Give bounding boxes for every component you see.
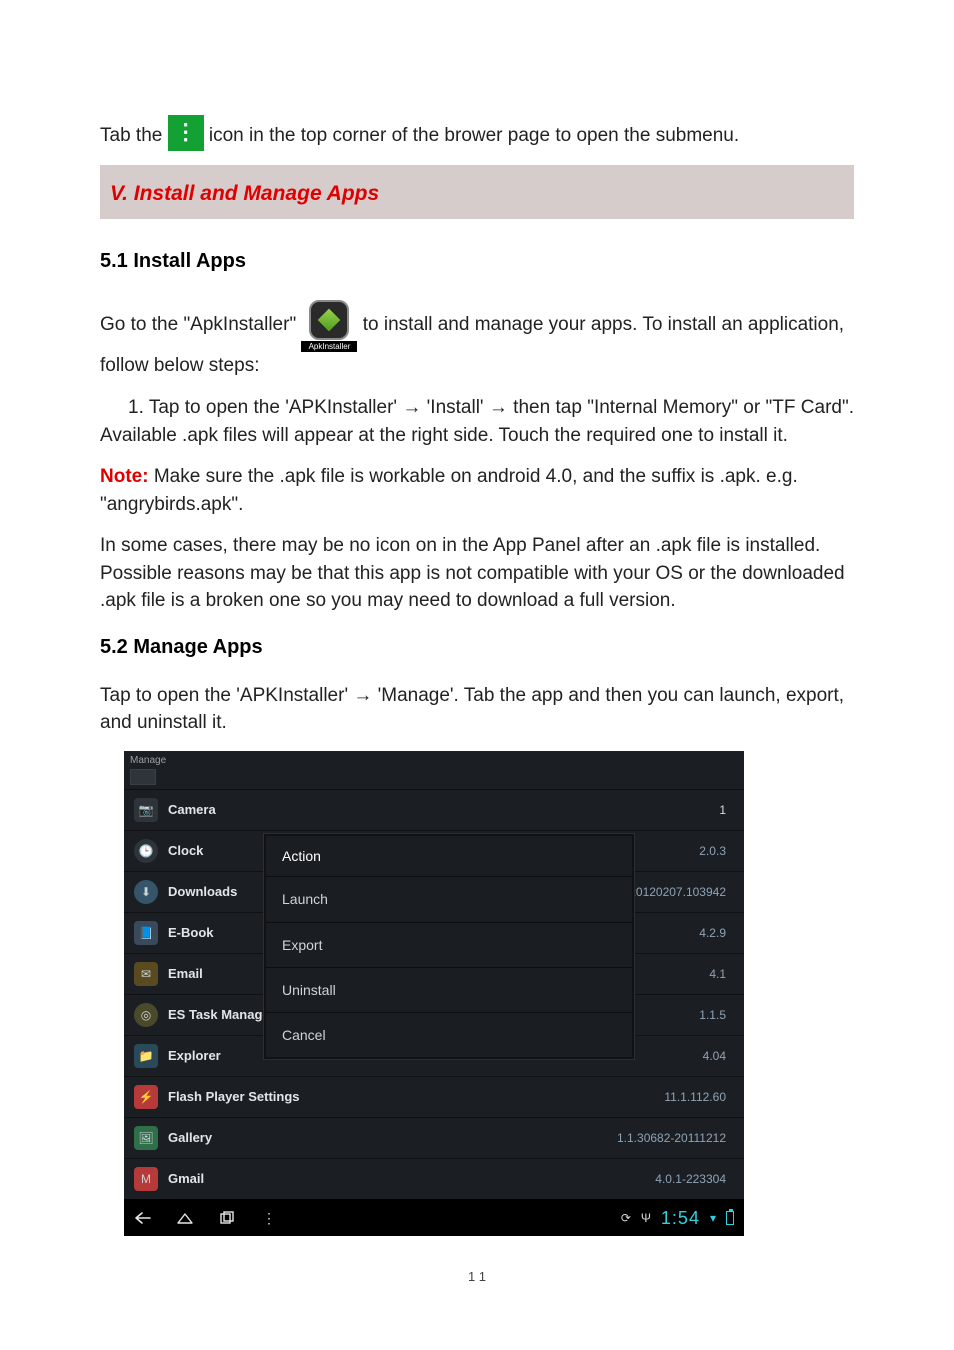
dialog-item-export[interactable]: Export bbox=[266, 923, 632, 968]
screen-title: Manage bbox=[124, 751, 744, 770]
battery-icon bbox=[726, 1211, 734, 1225]
app-name: Clock bbox=[168, 842, 203, 861]
app-row-left: ⬇ Downloads bbox=[134, 880, 237, 904]
status-area: ⟳ Ψ 1:54 ▾ bbox=[621, 1205, 734, 1231]
app-row-gmail[interactable]: M Gmail 4.0.1-223304 bbox=[124, 1158, 744, 1199]
app-row-left: 📁 Explorer bbox=[134, 1044, 221, 1068]
action-dialog: Action LaunchExportUninstallCancel bbox=[264, 834, 634, 1059]
android-screen: Manage 📷Camera1🕒Clock2.0.3⬇Downloads3-en… bbox=[124, 751, 744, 1236]
app-name: Flash Player Settings bbox=[168, 1088, 300, 1107]
app-name: ES Task Manager bbox=[168, 1006, 275, 1025]
ebook-icon: 📘 bbox=[134, 921, 158, 945]
app-name: Gallery bbox=[168, 1129, 212, 1148]
app-version: 11.1.112.60 bbox=[664, 1089, 726, 1106]
app-row-gallery[interactable]: 🖼 Gallery 1.1.30682-20111212 bbox=[124, 1117, 744, 1158]
system-bar: ⋮ ⟳ Ψ 1:54 ▾ bbox=[124, 1199, 744, 1235]
app-row-left: 🖼 Gallery bbox=[134, 1126, 212, 1150]
dialog-title: Action bbox=[266, 836, 632, 877]
section-heading-band: V. Install and Manage Apps bbox=[100, 165, 854, 219]
app-row-left: 📘 E-Book bbox=[134, 921, 214, 945]
app-version: 4.04 bbox=[703, 1048, 726, 1065]
text: Go to the "ApkInstaller" bbox=[100, 314, 301, 335]
text: icon in the top corner of the brower pag… bbox=[209, 125, 739, 146]
app-version: 4.0.1-223304 bbox=[655, 1171, 726, 1188]
note-paragraph: Note: Make sure the .apk file is workabl… bbox=[100, 463, 854, 518]
downloads-icon: ⬇ bbox=[134, 880, 158, 904]
app-name: Gmail bbox=[168, 1170, 204, 1189]
app-version: 4.2.9 bbox=[699, 925, 726, 942]
app-row-flash[interactable]: ⚡ Flash Player Settings 11.1.112.60 bbox=[124, 1076, 744, 1117]
app-name: Downloads bbox=[168, 883, 237, 902]
explorer-icon: 📁 bbox=[134, 1044, 158, 1068]
usb-icon: Ψ bbox=[641, 1210, 651, 1227]
app-row-left: 📷 Camera bbox=[134, 798, 216, 822]
overflow-icon[interactable]: ⋮ bbox=[260, 1211, 278, 1225]
dialog-item-uninstall[interactable]: Uninstall bbox=[266, 968, 632, 1013]
paragraph-no-icon-cases: In some cases, there may be no icon on i… bbox=[100, 532, 854, 615]
app-name: E-Book bbox=[168, 924, 214, 943]
overflow-menu-icon bbox=[168, 115, 204, 151]
gmail-icon: M bbox=[134, 1167, 158, 1191]
app-version: 1.1.5 bbox=[699, 1007, 726, 1024]
dialog-item-cancel[interactable]: Cancel bbox=[266, 1013, 632, 1057]
app-row-camera[interactable]: 📷 Camera 1 bbox=[124, 789, 744, 830]
screen-thumbnail bbox=[130, 769, 156, 785]
text: Tab the bbox=[100, 125, 168, 146]
gallery-icon: 🖼 bbox=[134, 1126, 158, 1150]
nav-buttons: ⋮ bbox=[134, 1211, 278, 1225]
document-page: Tab the icon in the top corner of the br… bbox=[0, 0, 954, 1350]
home-icon[interactable] bbox=[176, 1211, 194, 1225]
recent-apps-icon[interactable] bbox=[218, 1211, 236, 1225]
page-number: 1 1 bbox=[100, 1268, 854, 1287]
app-version: 2.0.3 bbox=[699, 843, 726, 860]
wifi-icon: ▾ bbox=[710, 1210, 716, 1227]
camera-icon: 📷 bbox=[134, 798, 158, 822]
app-row-left: M Gmail bbox=[134, 1167, 204, 1191]
paragraph-go-to-apkinstaller: Go to the "ApkInstaller" ApkInstaller to… bbox=[100, 296, 854, 380]
subsection-5-2-heading: 5.2 Manage Apps bbox=[100, 633, 854, 662]
app-version: 1 bbox=[719, 802, 726, 819]
estask-icon: ◎ bbox=[134, 1003, 158, 1027]
apkinstaller-icon: ApkInstaller bbox=[301, 296, 357, 352]
section-title: V. Install and Manage Apps bbox=[110, 179, 844, 209]
clock-icon: 🕒 bbox=[134, 839, 158, 863]
sync-icon: ⟳ bbox=[621, 1210, 631, 1227]
intro-paragraph: Tab the icon in the top corner of the br… bbox=[100, 115, 854, 151]
note-label: Note: bbox=[100, 466, 149, 487]
email-icon: ✉ bbox=[134, 962, 158, 986]
app-name: Camera bbox=[168, 801, 216, 820]
clock-text: 1:54 bbox=[661, 1205, 700, 1231]
app-version: 4.1 bbox=[709, 966, 726, 983]
dialog-item-launch[interactable]: Launch bbox=[266, 877, 632, 922]
app-row-left: ✉ Email bbox=[134, 962, 203, 986]
paragraph-manage: Tap to open the 'APKInstaller' → 'Manage… bbox=[100, 682, 854, 737]
apkinstaller-icon-label: ApkInstaller bbox=[301, 341, 357, 353]
manage-apps-screenshot: Manage 📷Camera1🕒Clock2.0.3⬇Downloads3-en… bbox=[124, 751, 744, 1236]
app-name: Email bbox=[168, 965, 203, 984]
app-row-left: ◎ ES Task Manager bbox=[134, 1003, 275, 1027]
flash-icon: ⚡ bbox=[134, 1085, 158, 1109]
app-name: Explorer bbox=[168, 1047, 221, 1066]
app-row-left: 🕒 Clock bbox=[134, 839, 203, 863]
note-text: Make sure the .apk file is workable on a… bbox=[100, 466, 798, 515]
back-icon[interactable] bbox=[134, 1211, 152, 1225]
app-row-left: ⚡ Flash Player Settings bbox=[134, 1085, 300, 1109]
app-version: 1.1.30682-20111212 bbox=[617, 1130, 726, 1147]
step-1-paragraph: 1. Tap to open the 'APKInstaller' → 'Ins… bbox=[100, 394, 854, 449]
subsection-5-1-heading: 5.1 Install Apps bbox=[100, 247, 854, 276]
